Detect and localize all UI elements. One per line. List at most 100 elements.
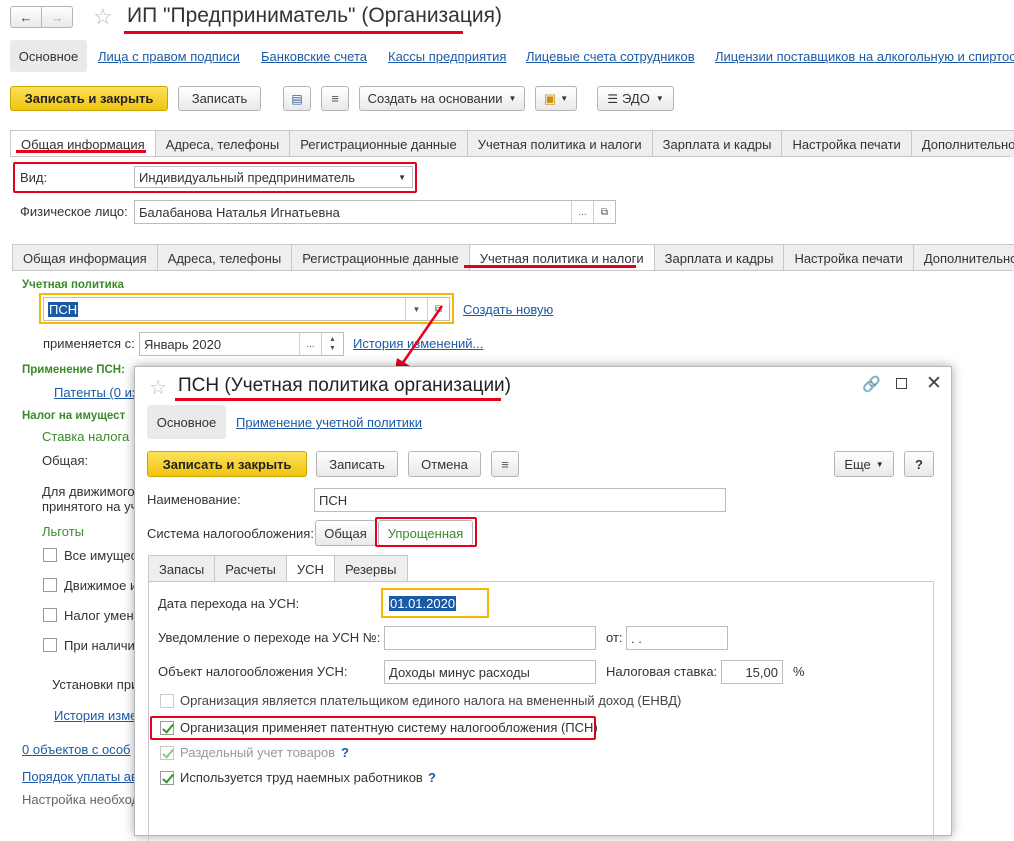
movable-label: Для движимого [42, 484, 135, 499]
print-icon: ▣ [543, 90, 557, 106]
tax-general-button[interactable]: Общая [315, 520, 376, 546]
maximize-icon[interactable] [896, 378, 907, 389]
dialog-tab-usn[interactable]: УСН [285, 555, 335, 582]
create-new-link[interactable]: Создать новую [463, 302, 553, 317]
objects-link[interactable]: 0 объектов с особ [22, 742, 131, 757]
help-icon[interactable]: ? [341, 745, 349, 760]
close-icon[interactable]: ✕ [926, 372, 942, 395]
from-field[interactable]: . . [626, 626, 728, 650]
tabs-top-line [10, 156, 1010, 157]
person-field[interactable]: Балабанова Наталья Игнатьевна ... ⧉ [134, 200, 616, 224]
dialog-report-button[interactable]: ≡ [491, 451, 519, 477]
from-label: от: [606, 630, 623, 645]
tab2-salary[interactable]: Зарплата и кадры [653, 244, 785, 271]
order-link[interactable]: Порядок уплаты ав [22, 769, 138, 784]
section-basic[interactable]: Основное [10, 40, 87, 72]
tab2-registration[interactable]: Регистрационные данные [291, 244, 470, 271]
property-tax-label: Налог на имущест [22, 410, 126, 422]
checkbox-when[interactable] [43, 638, 57, 652]
cb-separate-label: Раздельный учет товаров [180, 745, 336, 760]
checkbox-envd[interactable] [160, 694, 174, 708]
vid-select[interactable]: Индивидуальный предприниматель ▼ [134, 166, 413, 188]
dialog-cancel-button[interactable]: Отмена [408, 451, 481, 477]
cb-psn-label: Организация применяет патентную систему … [180, 720, 598, 735]
dialog-section-application[interactable]: Применение учетной политики [236, 415, 422, 430]
documents-button[interactable]: ▤ [283, 86, 311, 111]
edo-button[interactable]: ☰ ЭДО ▼ [597, 86, 674, 111]
spinner-icon[interactable]: ▲ ▼ [321, 333, 343, 355]
dialog-save-close-button[interactable]: Записать и закрыть [147, 451, 307, 477]
settings-text: Установки при [52, 677, 139, 692]
save-close-button[interactable]: Записать и закрыть [10, 86, 168, 111]
object-field[interactable]: Доходы минус расходы [384, 660, 596, 684]
applies-label: применяется с: [43, 336, 135, 351]
tab-additional[interactable]: Дополнительно [910, 130, 1014, 157]
name-field[interactable]: ПСН [314, 488, 726, 512]
tax-system-label: Система налогообложения: [147, 526, 314, 541]
tab-general-underline [16, 150, 146, 153]
dialog-save-button[interactable]: Записать [316, 451, 398, 477]
tab-addresses[interactable]: Адреса, телефоны [154, 130, 291, 157]
patents-link[interactable]: Патенты (0 из [54, 385, 138, 400]
dialog-tab-settlements[interactable]: Расчеты [214, 555, 287, 582]
favorite-star-icon[interactable]: ☆ [93, 4, 113, 30]
checkbox-all-property[interactable] [43, 548, 57, 562]
open-icon[interactable]: ⧉ [593, 201, 615, 223]
select-ellipsis-button[interactable]: ... [299, 333, 321, 355]
report-button[interactable]: ≡ [321, 86, 349, 111]
dialog-title-underline [175, 398, 501, 401]
name-label: Наименование: [147, 492, 241, 507]
page-title: ИП "Предприниматель" (Организация) [127, 4, 502, 27]
checkbox-separate[interactable] [160, 746, 174, 760]
help-icon[interactable]: ? [428, 770, 436, 785]
checkbox-psn[interactable] [160, 721, 174, 735]
history2-link[interactable]: История изме [54, 708, 137, 723]
tabs-second-line [12, 270, 1012, 271]
checkbox-movable[interactable] [43, 578, 57, 592]
tab2-general-info[interactable]: Общая информация [12, 244, 158, 271]
tab-registration[interactable]: Регистрационные данные [289, 130, 468, 157]
rate-field[interactable]: 15,00 [721, 660, 783, 684]
tab-policy-underline [464, 265, 636, 268]
date-field[interactable]: 01.01.2020 [385, 591, 485, 615]
forward-button[interactable]: → [41, 6, 73, 28]
applies-field[interactable]: Январь 2020 ... ▲ ▼ [139, 332, 344, 356]
setup-text: Настройка необход [22, 792, 140, 807]
section-cashboxes[interactable]: Кассы предприятия [388, 49, 506, 64]
cb-all-label: Все имущес [64, 548, 138, 563]
back-button[interactable]: ← [10, 6, 42, 28]
tab-accounting-policy[interactable]: Учетная политика и налоги [466, 130, 653, 157]
checkbox-hired[interactable] [160, 771, 174, 785]
tab2-print-settings[interactable]: Настройка печати [783, 244, 914, 271]
tab2-addresses[interactable]: Адреса, телефоны [156, 244, 293, 271]
create-based-button[interactable]: Создать на основании ▼ [359, 86, 525, 111]
notice-field[interactable] [384, 626, 596, 650]
percent-label: % [793, 664, 805, 679]
dialog-favorite-star-icon[interactable]: ☆ [149, 375, 167, 400]
save-button[interactable]: Записать [178, 86, 261, 111]
dropdown-arrow-icon: ▼ [560, 94, 569, 103]
arrow-left-icon: ← [19, 9, 33, 25]
tab-print-settings[interactable]: Настройка печати [781, 130, 912, 157]
section-licenses[interactable]: Лицензии поставщиков на алкогольную и сп… [715, 49, 1014, 64]
dialog-more-button[interactable]: Еще ▼ [834, 451, 894, 477]
checkbox-reduce[interactable] [43, 608, 57, 622]
dialog-tab-panel [148, 581, 934, 841]
dropdown-arrow-icon: ▼ [508, 94, 517, 103]
section-employee-accounts[interactable]: Лицевые счета сотрудников [526, 49, 695, 64]
cb-envd-label: Организация является плательщиком единог… [180, 693, 682, 708]
tab2-additional[interactable]: Дополнительно [912, 244, 1014, 271]
select-ellipsis-button[interactable]: ... [571, 201, 593, 223]
section-bank-accounts[interactable]: Банковские счета [261, 49, 367, 64]
dialog-tab-reserves[interactable]: Резервы [333, 555, 408, 582]
tab-salary[interactable]: Зарплата и кадры [651, 130, 783, 157]
dialog-tab-stock[interactable]: Запасы [148, 555, 216, 582]
section-signers[interactable]: Лица с правом подписи [98, 49, 240, 64]
vid-label: Вид: [20, 170, 48, 185]
link-icon[interactable]: 🔗 [862, 375, 881, 393]
print-button[interactable]: ▣ ▼ [535, 86, 577, 111]
cb-movable-label: Движимое и [64, 578, 138, 593]
dialog-help-button[interactable]: ? [904, 451, 934, 477]
dialog-section-basic[interactable]: Основное [147, 405, 226, 439]
dropdown-arrow-icon: ▼ [875, 459, 884, 469]
